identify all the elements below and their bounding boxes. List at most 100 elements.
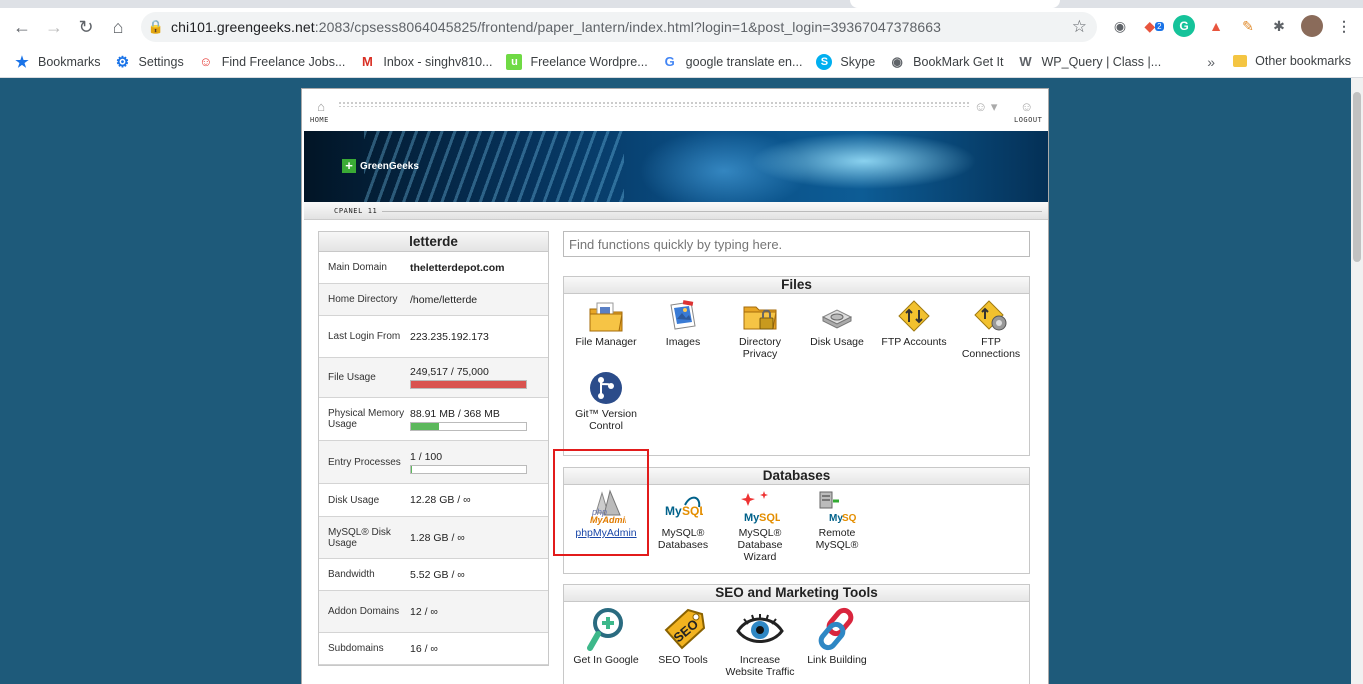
stat-value-cell: 12.28 GB / ∞ xyxy=(410,494,548,506)
stat-row: Last Login From 223.235.192.173 xyxy=(319,316,548,358)
ftp-connections-icon xyxy=(971,298,1011,334)
link-building-item[interactable]: Link Building xyxy=(799,606,875,666)
more-bookmarks-icon[interactable]: » xyxy=(1207,54,1215,70)
scrollbar-thumb[interactable] xyxy=(1353,92,1361,262)
directory-privacy-item[interactable]: Directory Privacy xyxy=(722,298,798,360)
svg-text:SQL: SQL xyxy=(759,512,780,524)
active-tab[interactable] xyxy=(850,0,1060,8)
search-input[interactable] xyxy=(563,231,1030,257)
usage-bar-fill xyxy=(411,381,526,388)
disk-usage-item[interactable]: Disk Usage xyxy=(799,298,875,348)
stat-label: File Usage xyxy=(328,372,376,383)
images-item[interactable]: Images xyxy=(645,298,721,348)
bookmarks-bar: ★ Bookmarks ⚙ Settings ☺ Find Freelance Jobs.… xyxy=(0,46,1363,78)
stat-row: Bandwidth 5.52 GB / ∞ xyxy=(319,559,548,591)
item-label[interactable]: Link Building xyxy=(799,654,875,666)
item-label[interactable]: Images xyxy=(645,336,721,348)
logout-icon[interactable]: ☺ xyxy=(1020,99,1033,114)
home-icon[interactable]: ⌂ xyxy=(102,11,134,43)
item-label[interactable]: Git™ Version Control xyxy=(568,408,644,432)
stat-row: Disk Usage 12.28 GB / ∞ xyxy=(319,484,548,517)
traffic-eye-item[interactable]: Increase Website Traffic xyxy=(722,606,798,678)
paint-extension-icon[interactable]: ✎ xyxy=(1237,15,1259,37)
profile-avatar[interactable] xyxy=(1301,15,1323,37)
files-group: Files File Manager Images Directory Privac… xyxy=(563,276,1030,456)
ftp-accounts-item[interactable]: FTP Accounts xyxy=(876,298,952,348)
seo-group: SEO and Marketing Tools Get In Google SEO… xyxy=(563,584,1030,684)
item-label[interactable]: File Manager xyxy=(568,336,644,348)
stat-row: Physical Memory Usage 88.91 MB / 368 MB xyxy=(319,398,548,441)
skype-icon: S xyxy=(816,53,833,70)
item-label[interactable]: FTP Connections xyxy=(953,336,1029,360)
forward-icon[interactable]: → xyxy=(38,11,70,43)
extensions-puzzle-icon[interactable]: ✱ xyxy=(1268,15,1290,37)
get-in-google-item[interactable]: Get In Google xyxy=(568,606,644,666)
remote-mysql-item[interactable]: MySQLRemote MySQL® xyxy=(799,489,875,551)
stat-value: /home/letterde xyxy=(410,293,478,306)
ftp-accounts-icon xyxy=(894,298,934,334)
mysql-wizard-item[interactable]: My SQL MySQL® Database Wizard xyxy=(722,489,798,563)
stat-value-cell: 1 / 100 xyxy=(410,451,548,474)
traffic-eye-icon xyxy=(736,606,784,652)
stat-value: 5.52 GB / ∞ xyxy=(410,568,465,581)
stat-row: Addon Domains 12 / ∞ xyxy=(319,591,548,633)
usage-bar xyxy=(410,464,527,474)
stat-label: Disk Usage xyxy=(328,494,380,506)
home-link[interactable]: HOME xyxy=(310,116,329,124)
phpmyadmin-highlight-box xyxy=(553,449,649,556)
bookmark-item[interactable]: S Skype xyxy=(816,53,875,70)
stats-panel: letterde Main Domain theletterdepot.com Ho… xyxy=(318,231,549,666)
seo-tools-item[interactable]: SEO SEO Tools xyxy=(645,606,721,666)
item-label[interactable]: Directory Privacy xyxy=(722,336,798,360)
files-group-title: Files xyxy=(564,277,1029,294)
directory-privacy-icon xyxy=(740,298,780,334)
usage-bar-fill xyxy=(411,465,412,473)
bookmark-item[interactable]: u Freelance Wordpre... xyxy=(506,53,648,70)
page-scrollbar[interactable] xyxy=(1351,78,1363,684)
stat-value-cell: theletterdepot.com xyxy=(410,262,548,274)
item-label[interactable]: MySQL® Databases xyxy=(645,527,721,551)
bookmark-item[interactable]: ☺ Find Freelance Jobs... xyxy=(198,54,345,70)
stat-value-cell: 5.52 GB / ∞ xyxy=(410,569,548,581)
grammarly-icon[interactable]: G xyxy=(1173,15,1195,37)
user-icon[interactable]: ☺ ▾ xyxy=(974,99,997,115)
item-label[interactable]: MySQL® Database Wizard xyxy=(722,527,798,563)
tab-strip xyxy=(0,0,1363,8)
lock-icon[interactable]: 🔒 xyxy=(141,19,171,35)
bookmark-item[interactable]: W WP_Query | Class |... xyxy=(1017,54,1161,70)
camera-icon[interactable]: ◉ xyxy=(1109,15,1131,37)
bookmark-star-icon[interactable]: ☆ xyxy=(1072,17,1087,37)
home-icon[interactable]: ⌂ xyxy=(310,99,332,114)
git-item[interactable]: Git™ Version Control xyxy=(568,370,644,432)
bookmark-item[interactable]: ◉ BookMark Get It xyxy=(889,54,1004,70)
file-manager-item[interactable]: File Manager xyxy=(568,298,644,348)
bookmark-item[interactable]: M Inbox - singhv810... xyxy=(359,54,493,70)
bookmark-item[interactable]: Ggoogle translate en... xyxy=(662,54,803,70)
link-building-icon xyxy=(813,606,861,652)
back-icon[interactable]: ← xyxy=(6,11,38,43)
stat-value: 1 / 100 xyxy=(410,450,443,463)
ftp-connections-item[interactable]: FTP Connections xyxy=(953,298,1029,360)
item-label[interactable]: FTP Accounts xyxy=(876,336,952,348)
item-label[interactable]: SEO Tools xyxy=(645,654,721,666)
menu-icon[interactable]: ⋮ xyxy=(1333,15,1355,37)
item-label[interactable]: Increase Website Traffic xyxy=(722,654,798,678)
logout-link[interactable]: LOGOUT xyxy=(1014,116,1042,124)
address-bar[interactable]: 🔒 chi101.greengeeks.net:2083/cpsess80640… xyxy=(141,12,1097,42)
item-label[interactable]: Get In Google xyxy=(568,654,644,666)
item-label[interactable]: Disk Usage xyxy=(799,336,875,348)
stat-label: Physical Memory Usage xyxy=(328,408,405,430)
usage-bar xyxy=(410,421,527,431)
bookmark-item[interactable]: ⚙ Settings xyxy=(115,54,184,71)
item-label[interactable]: Remote MySQL® xyxy=(799,527,875,551)
fire-extension-icon[interactable]: ▲ xyxy=(1205,15,1227,37)
other-bookmarks[interactable]: Other bookmarks xyxy=(1233,54,1351,68)
get-in-google-icon xyxy=(582,606,630,652)
reload-icon[interactable]: ↻ xyxy=(70,11,102,43)
extension-badge-icon[interactable]: ◆ 2 xyxy=(1143,15,1165,37)
mysql-databases-item[interactable]: MySQLMySQL® Databases xyxy=(645,489,721,551)
stat-value: 16 / ∞ xyxy=(410,642,438,655)
greengeeks-banner: + GreenGeeks xyxy=(304,131,1048,202)
bookmark-item[interactable]: ★ Bookmarks xyxy=(14,54,100,71)
folder-icon xyxy=(1233,55,1248,67)
